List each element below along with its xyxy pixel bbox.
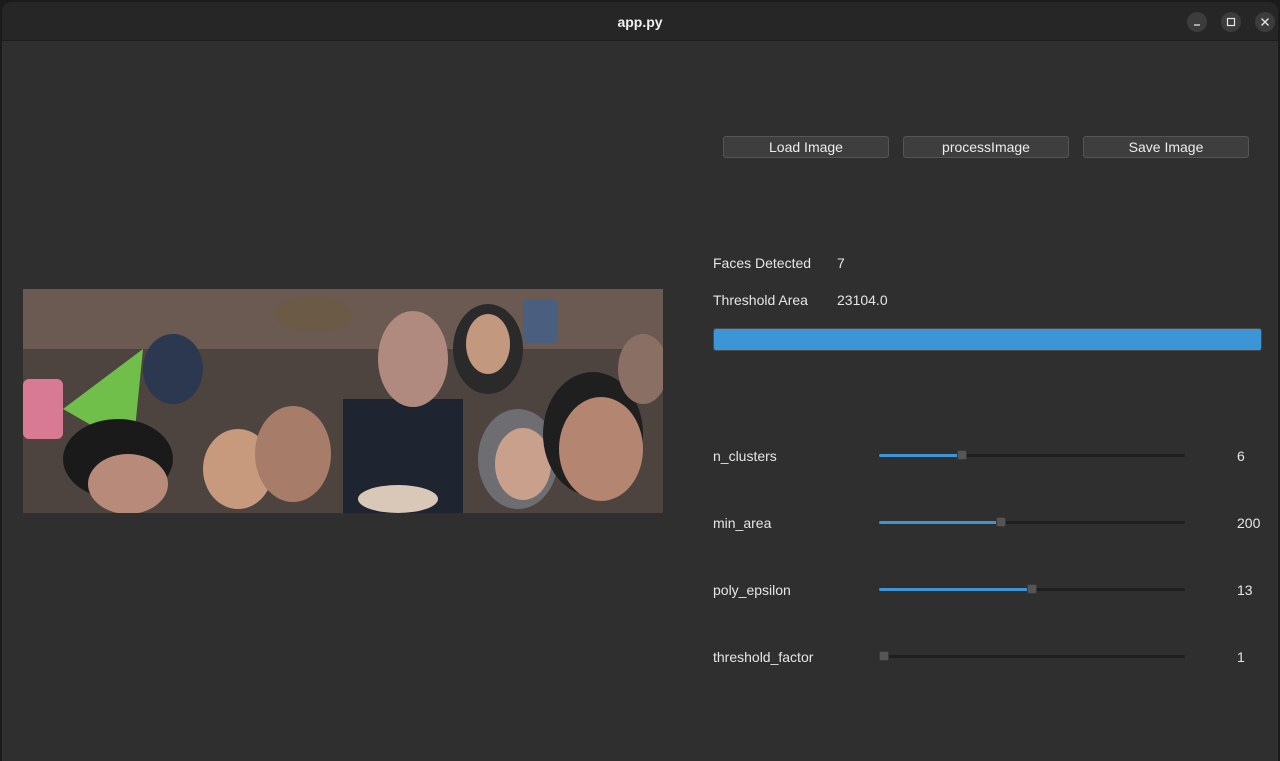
n-clusters-label: n_clusters [713, 448, 777, 464]
minimize-icon [1194, 24, 1200, 26]
min-area-value: 200 [1237, 515, 1261, 531]
window-title: app.py [617, 14, 663, 30]
load-image-button[interactable]: Load Image [723, 136, 889, 158]
min-area-label: min_area [713, 515, 772, 531]
maximize-button[interactable] [1221, 12, 1241, 32]
minimize-button[interactable] [1187, 12, 1207, 32]
maximize-icon [1226, 17, 1236, 27]
process-image-button[interactable]: processImage [903, 136, 1069, 158]
threshold-area-label: Threshold Area [713, 292, 808, 308]
save-image-button[interactable]: Save Image [1083, 136, 1249, 158]
min-area-slider[interactable] [879, 515, 1185, 529]
slider-handle[interactable] [996, 517, 1007, 527]
threshold-area-value: 23104.0 [837, 292, 888, 308]
close-button[interactable] [1255, 12, 1275, 32]
close-icon [1261, 18, 1269, 26]
progress-fill [714, 329, 1261, 350]
faces-detected-value: 7 [837, 255, 845, 271]
image-display [23, 289, 663, 513]
n-clusters-value: 6 [1237, 448, 1245, 464]
threshold-factor-value: 1 [1237, 649, 1245, 665]
poly-epsilon-value: 13 [1237, 582, 1253, 598]
app-window: app.py Load Image processImage Save Imag… [2, 2, 1278, 761]
poly-epsilon-label: poly_epsilon [713, 582, 791, 598]
threshold-factor-slider[interactable] [879, 649, 1185, 663]
progress-bar [713, 328, 1262, 351]
faces-detected-label: Faces Detected [713, 255, 812, 271]
processed-crowd-image [23, 289, 663, 513]
slider-handle[interactable] [956, 450, 967, 460]
poly-epsilon-slider[interactable] [879, 582, 1185, 596]
threshold-factor-label: threshold_factor [713, 649, 814, 665]
n-clusters-slider[interactable] [879, 448, 1185, 462]
title-bar[interactable]: app.py [2, 2, 1278, 41]
slider-handle[interactable] [1027, 584, 1037, 594]
slider-handle[interactable] [879, 651, 889, 661]
